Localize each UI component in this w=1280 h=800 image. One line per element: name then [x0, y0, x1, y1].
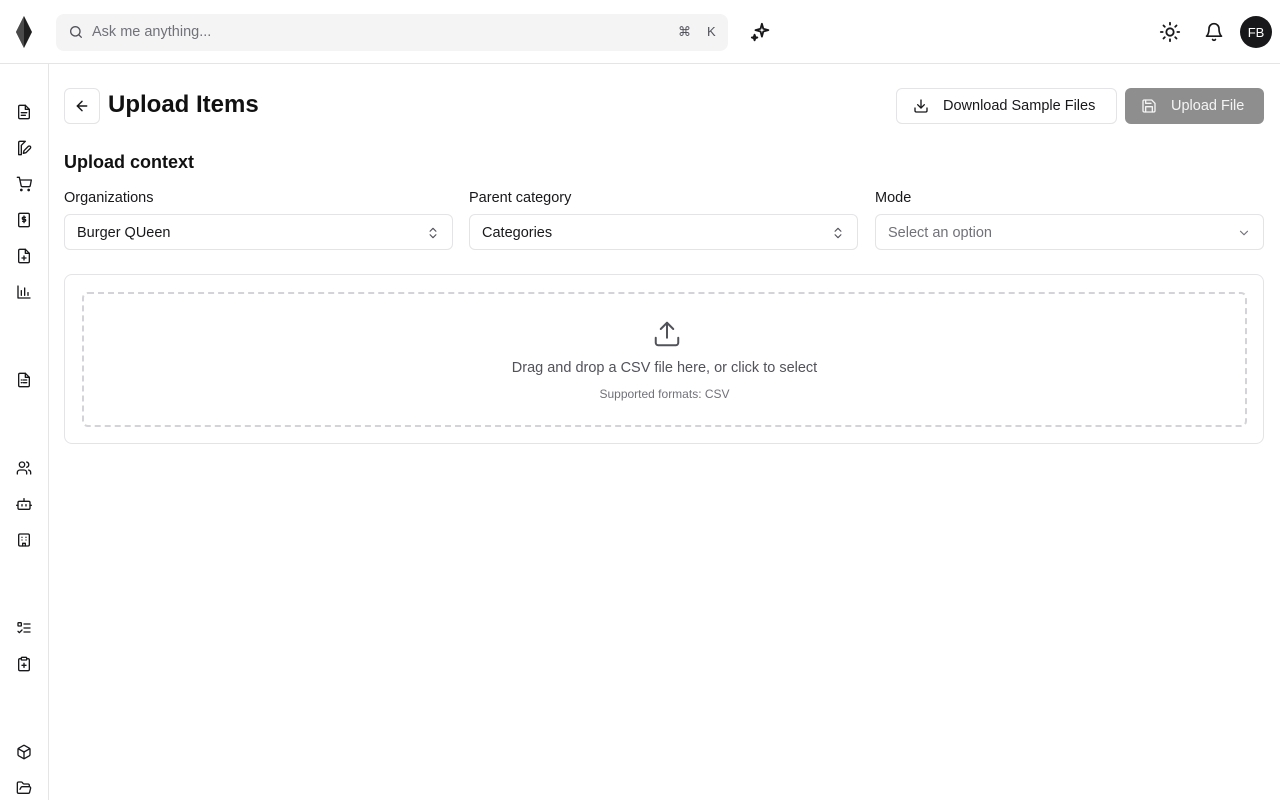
notifications-bell-icon[interactable]: [1204, 21, 1224, 43]
ai-sparkle-icon[interactable]: [750, 21, 772, 43]
download-sample-files-button[interactable]: Download Sample Files: [896, 88, 1117, 124]
checklist-icon[interactable]: [16, 620, 32, 636]
invoice-icon[interactable]: [16, 212, 32, 228]
upload-button-label: Upload File: [1171, 98, 1245, 114]
bar-chart-icon[interactable]: [16, 284, 32, 300]
parent-category-select[interactable]: Categories: [469, 214, 858, 250]
save-icon: [1142, 99, 1156, 113]
add-document-icon[interactable]: [16, 248, 32, 264]
shortcut-cmd-key: ⌘: [678, 24, 691, 39]
search-icon: [70, 26, 82, 38]
organizations-select[interactable]: Burger QUeen: [64, 214, 453, 250]
receipt-icon[interactable]: [16, 372, 32, 388]
back-button[interactable]: [64, 88, 100, 124]
chevrons-up-down-icon: [834, 227, 842, 239]
organizations-value: Burger QUeen: [77, 225, 171, 241]
theme-toggle-sun-icon[interactable]: [1159, 21, 1181, 43]
main-content: Upload Items Download Sample Files Uploa…: [49, 64, 1280, 800]
dropzone-subtext: Supported formats: CSV: [599, 387, 730, 401]
bot-icon[interactable]: [16, 496, 32, 512]
clipboard-icon[interactable]: [16, 656, 32, 672]
search-placeholder: Ask me anything...: [92, 24, 212, 40]
download-icon: [914, 99, 928, 113]
upload-file-button[interactable]: Upload File: [1125, 88, 1264, 124]
top-bar: Ask me anything... ⌘ K FB: [0, 0, 1280, 64]
shortcut-k-key: K: [707, 24, 716, 39]
parent-category-value: Categories: [482, 225, 553, 241]
cart-icon[interactable]: [16, 176, 32, 192]
page-title: Upload Items: [108, 91, 259, 118]
csv-dropzone[interactable]: Drag and drop a CSV file here, or click …: [82, 292, 1247, 427]
chevron-down-icon: [1239, 230, 1249, 236]
sidebar: [0, 64, 49, 800]
organizations-label: Organizations: [64, 190, 154, 206]
document-icon[interactable]: [16, 104, 32, 120]
mode-label: Mode: [875, 190, 912, 206]
arrow-left-icon: [76, 100, 88, 112]
parent-category-label: Parent category: [469, 190, 572, 206]
mode-placeholder: Select an option: [888, 225, 992, 241]
edit-document-icon[interactable]: [16, 140, 32, 156]
folder-icon[interactable]: [16, 780, 32, 796]
upload-card: Drag and drop a CSV file here, or click …: [64, 274, 1264, 444]
section-title: Upload context: [64, 152, 195, 172]
package-icon[interactable]: [16, 744, 32, 760]
logo-icon[interactable]: [14, 16, 34, 48]
dropzone-text: Drag and drop a CSV file here, or click …: [511, 360, 818, 376]
mode-select[interactable]: Select an option: [875, 214, 1264, 250]
building-icon[interactable]: [16, 532, 32, 548]
upload-icon: [654, 321, 680, 347]
search-bar[interactable]: Ask me anything... ⌘ K: [56, 14, 728, 51]
download-button-label: Download Sample Files: [943, 98, 1096, 114]
user-avatar[interactable]: FB: [1240, 16, 1272, 48]
chevrons-up-down-icon: [429, 227, 437, 239]
users-icon[interactable]: [16, 460, 32, 476]
